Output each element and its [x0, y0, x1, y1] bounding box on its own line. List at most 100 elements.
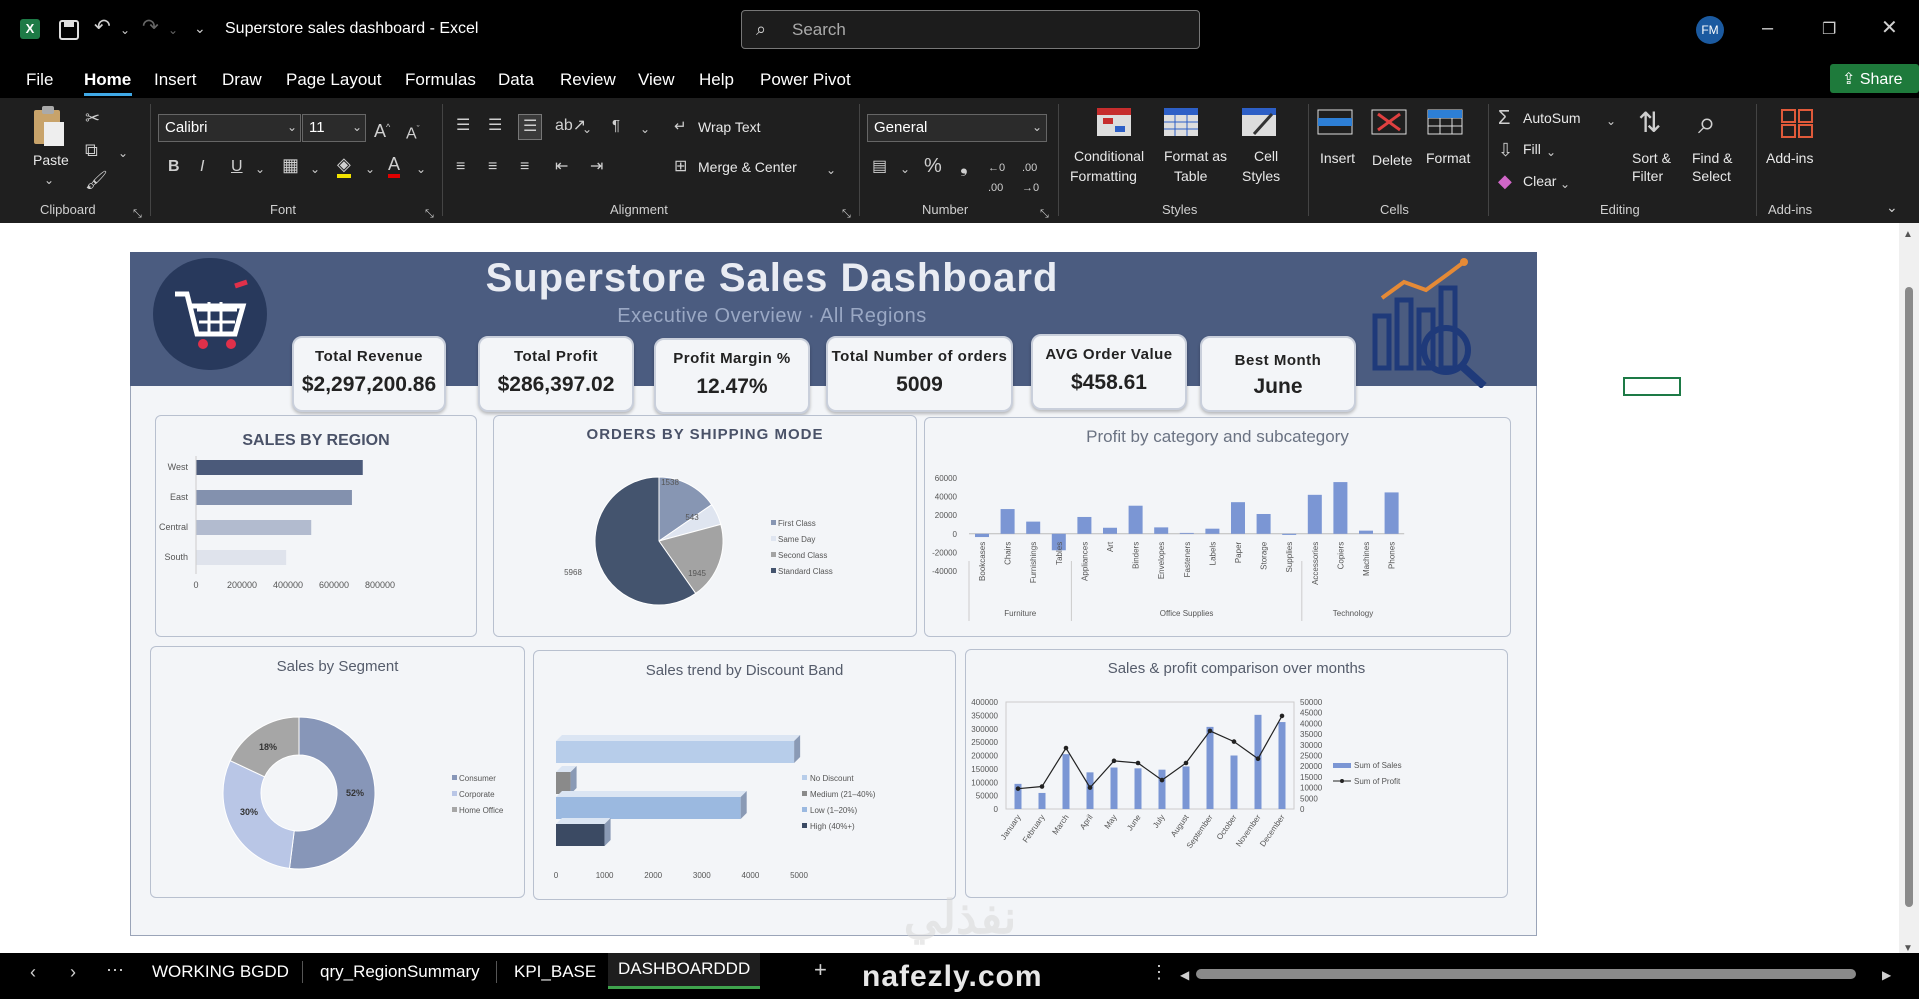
- customize-toolbar-icon[interactable]: ⌄: [194, 18, 206, 38]
- undo-icon[interactable]: ↶: [94, 17, 111, 37]
- menu-review[interactable]: Review: [560, 70, 616, 90]
- fill-dropdown-icon[interactable]: ⌄: [1546, 142, 1556, 162]
- merge-center-icon[interactable]: ⊞: [674, 157, 687, 177]
- number-format-box[interactable]: General: [867, 114, 1047, 142]
- fill-color-icon[interactable]: ◈: [337, 154, 351, 178]
- underline-icon[interactable]: U: [231, 157, 243, 177]
- clipboard-launcher-icon[interactable]: ⤡: [133, 204, 142, 224]
- copy-icon[interactable]: ⧉: [85, 140, 98, 160]
- comma-style-icon[interactable]: ❟: [960, 156, 968, 176]
- fill-color-dropdown-icon[interactable]: ⌄: [365, 159, 375, 179]
- align-center-icon[interactable]: ≡: [488, 157, 497, 177]
- clear-button[interactable]: Clear: [1523, 173, 1556, 189]
- font-name-box[interactable]: Calibri: [158, 114, 301, 142]
- undo-dropdown-icon[interactable]: ⌄: [120, 20, 130, 40]
- merge-dropdown-icon[interactable]: ⌄: [826, 160, 836, 180]
- menu-view[interactable]: View: [638, 70, 675, 90]
- copy-dropdown-icon[interactable]: ⌄: [118, 143, 128, 163]
- vertical-scroll-thumb[interactable]: [1905, 287, 1913, 907]
- addins-button[interactable]: Add-ins: [1766, 106, 1830, 190]
- autosum-dropdown-icon[interactable]: ⌄: [1606, 111, 1616, 131]
- share-button[interactable]: ⇪ Share ⌄: [1830, 64, 1919, 108]
- decrease-indent-icon[interactable]: ⇤: [555, 157, 568, 177]
- scroll-right-icon[interactable]: ▶: [1882, 965, 1891, 985]
- restore-icon[interactable]: ❐: [1822, 20, 1836, 40]
- redo-icon[interactable]: ↷: [142, 17, 159, 37]
- sheet-tab-working-bgdd[interactable]: WORKING BGDD: [152, 962, 289, 982]
- paste-button[interactable]: Paste ⌄: [28, 104, 74, 188]
- align-bottom-icon[interactable]: ☰: [518, 114, 543, 140]
- borders-icon[interactable]: ▦: [282, 155, 299, 175]
- menu-insert[interactable]: Insert: [154, 70, 197, 90]
- menu-page-layout[interactable]: Page Layout: [286, 70, 381, 90]
- wrap-text-button[interactable]: Wrap Text: [698, 119, 761, 135]
- format-cells-button[interactable]: Format: [1426, 106, 1482, 190]
- add-sheet-icon[interactable]: +: [814, 959, 827, 981]
- conditional-formatting-button[interactable]: Conditional Formatting: [1068, 106, 1160, 190]
- align-left-icon[interactable]: ≡: [456, 157, 465, 177]
- delete-cells-button[interactable]: Delete: [1370, 106, 1426, 190]
- increase-decimal-icon[interactable]: ←0.00: [988, 158, 1005, 198]
- format-painter-icon[interactable]: 🖌: [85, 170, 108, 190]
- menu-data[interactable]: Data: [498, 70, 534, 90]
- minimize-icon[interactable]: –: [1762, 18, 1773, 38]
- fill-icon[interactable]: ⇩: [1498, 140, 1513, 160]
- menu-draw[interactable]: Draw: [222, 70, 262, 90]
- menu-file[interactable]: File: [26, 70, 53, 90]
- font-color-icon[interactable]: A: [388, 154, 401, 178]
- sheet-tab-qry-regionsummary[interactable]: qry_RegionSummary: [320, 962, 480, 982]
- bold-icon[interactable]: B: [168, 157, 180, 177]
- align-middle-icon[interactable]: ☰: [488, 116, 502, 136]
- vertical-scrollbar[interactable]: ▲ ▼: [1899, 223, 1919, 954]
- cell-styles-button[interactable]: Cell Styles: [1240, 106, 1296, 190]
- decrease-decimal-icon[interactable]: .00 →0: [1022, 158, 1039, 198]
- scroll-up-icon[interactable]: ▲: [1903, 225, 1913, 245]
- sheet-tab-dashboard-active[interactable]: DASHBOARDDD: [608, 953, 760, 989]
- number-launcher-icon[interactable]: ⤡: [1040, 204, 1049, 224]
- number-format-dropdown-icon[interactable]: ⌄: [1032, 117, 1042, 137]
- autosum-icon[interactable]: Σ: [1498, 108, 1510, 128]
- collapse-ribbon-icon[interactable]: ⌄: [1886, 197, 1898, 217]
- wrap-text-icon[interactable]: ↵: [674, 117, 687, 137]
- alignment-launcher-icon[interactable]: ⤡: [842, 204, 851, 224]
- clear-dropdown-icon[interactable]: ⌄: [1560, 174, 1570, 194]
- accounting-dropdown-icon[interactable]: ⌄: [900, 159, 910, 179]
- more-sheets-icon[interactable]: ⋯: [106, 960, 124, 980]
- menu-formulas[interactable]: Formulas: [405, 70, 476, 90]
- align-right-icon[interactable]: ≡: [520, 157, 529, 177]
- decrease-font-icon[interactable]: Aˇ: [406, 119, 420, 144]
- fill-button[interactable]: Fill: [1523, 141, 1541, 157]
- autosum-button[interactable]: AutoSum: [1523, 110, 1581, 126]
- selected-cell[interactable]: [1623, 377, 1681, 396]
- search-box[interactable]: ⌕ Search: [741, 10, 1200, 49]
- increase-indent-icon[interactable]: ⇥: [590, 157, 603, 177]
- next-sheet-icon[interactable]: ›: [70, 962, 76, 982]
- sort-filter-button[interactable]: ⇅ Sort & Filter: [1628, 106, 1686, 190]
- redo-dropdown-icon[interactable]: ⌄: [168, 20, 178, 40]
- menu-power-pivot[interactable]: Power Pivot: [760, 70, 851, 90]
- clear-icon[interactable]: ◆: [1498, 171, 1512, 191]
- percent-icon[interactable]: %: [924, 156, 942, 176]
- menu-help[interactable]: Help: [699, 70, 734, 90]
- menu-home[interactable]: Home: [84, 70, 131, 90]
- text-direction-dropdown-icon[interactable]: ⌄: [640, 119, 650, 139]
- font-color-dropdown-icon[interactable]: ⌄: [416, 159, 426, 179]
- font-name-dropdown-icon[interactable]: ⌄: [287, 117, 297, 137]
- insert-cells-button[interactable]: Insert: [1316, 106, 1368, 190]
- cut-icon[interactable]: ✂: [85, 108, 100, 128]
- find-select-button[interactable]: ⌕ Find & Select: [1688, 106, 1746, 190]
- accounting-format-icon[interactable]: ▤: [872, 157, 887, 177]
- merge-center-button[interactable]: Merge & Center: [698, 159, 797, 175]
- align-top-icon[interactable]: ☰: [456, 116, 470, 136]
- font-size-dropdown-icon[interactable]: ⌄: [352, 117, 362, 137]
- sheet-tab-kpi-base[interactable]: KPI_BASE: [514, 962, 596, 982]
- avatar[interactable]: FM: [1696, 16, 1724, 44]
- scroll-left-icon[interactable]: ◀: [1180, 965, 1189, 985]
- horizontal-scroll-thumb[interactable]: [1196, 969, 1856, 979]
- font-launcher-icon[interactable]: ⤡: [425, 204, 434, 224]
- save-icon[interactable]: [58, 19, 80, 45]
- prev-sheet-icon[interactable]: ‹: [30, 962, 36, 982]
- increase-font-icon[interactable]: A^: [374, 117, 390, 141]
- format-as-table-button[interactable]: Format as Table: [1162, 106, 1232, 190]
- sheet-options-icon[interactable]: ⋮: [1150, 962, 1168, 982]
